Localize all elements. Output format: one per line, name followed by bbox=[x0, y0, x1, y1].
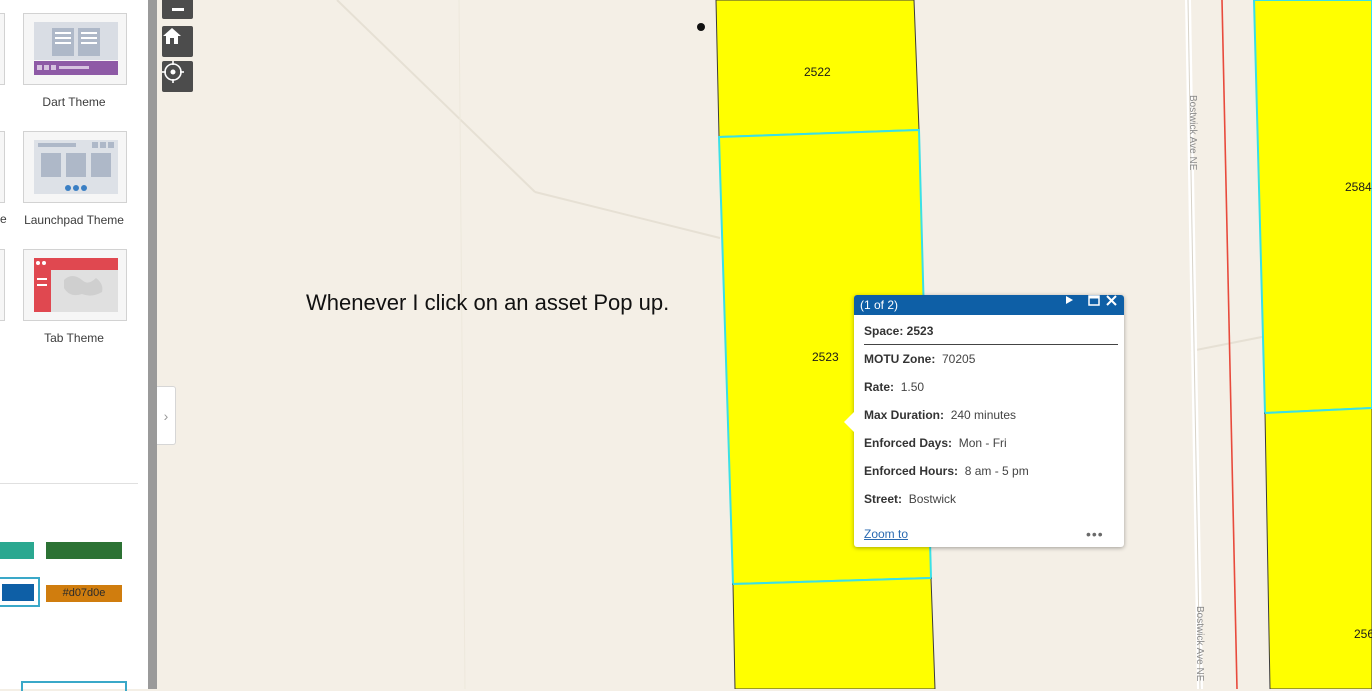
locate-icon bbox=[162, 61, 184, 83]
feature-popup: (1 of 2) Space: 2523 MOTU Zone: 70205 Ra… bbox=[844, 295, 1124, 547]
zoom-out-button[interactable] bbox=[162, 0, 193, 19]
panel-collapse-toggle[interactable]: › bbox=[157, 386, 176, 445]
field-value: 70205 bbox=[942, 352, 976, 366]
selected-blue-color-swatch[interactable] bbox=[0, 577, 40, 607]
field-label: Enforced Days: bbox=[864, 436, 953, 450]
popup-counter: (1 of 2) bbox=[860, 298, 899, 312]
home-button[interactable] bbox=[162, 26, 193, 57]
field-value: Mon - Fri bbox=[958, 436, 1007, 450]
annotation-text: Whenever I click on an asset Pop up. bbox=[306, 290, 670, 315]
parcel-label: 2523 bbox=[812, 350, 839, 364]
maximize-icon bbox=[1088, 295, 1100, 306]
theme-thumb-partial[interactable] bbox=[0, 249, 5, 321]
field-street: Street: Bostwick bbox=[864, 492, 956, 506]
section-divider bbox=[0, 483, 138, 484]
field-value: 8 am - 5 pm bbox=[964, 464, 1029, 478]
theme-panel: e Dart Theme Launchpad Theme Tab Theme #… bbox=[0, 0, 148, 691]
popup-header: (1 of 2) bbox=[854, 295, 1124, 315]
launchpad-theme-label: Launchpad Theme bbox=[24, 213, 124, 227]
panel-splitter[interactable] bbox=[148, 0, 157, 689]
field-motu-zone: MOTU Zone: 70205 bbox=[864, 352, 975, 366]
dart-theme-label: Dart Theme bbox=[42, 95, 106, 109]
maximize-button[interactable] bbox=[1088, 295, 1104, 315]
theme-thumb-partial[interactable] bbox=[0, 131, 5, 203]
chevron-right-icon: › bbox=[163, 407, 169, 424]
orange-color-swatch[interactable]: #d07d0e bbox=[46, 585, 122, 602]
launchpad-theme-thumbnail[interactable] bbox=[23, 131, 127, 203]
teal-color-swatch[interactable] bbox=[0, 542, 34, 559]
field-enforced-days: Enforced Days: Mon - Fri bbox=[864, 436, 1007, 450]
theme-card-partial[interactable] bbox=[21, 681, 127, 691]
popup-title-rule bbox=[864, 344, 1118, 345]
close-button[interactable] bbox=[1106, 295, 1122, 315]
field-label: Max Duration: bbox=[864, 408, 945, 422]
parcel-label: 256 bbox=[1354, 627, 1372, 641]
tab-theme-label: Tab Theme bbox=[44, 331, 104, 345]
field-label: Rate: bbox=[864, 380, 895, 394]
play-icon bbox=[1066, 296, 1073, 304]
theme-thumb-partial[interactable] bbox=[0, 13, 5, 85]
zoom-to-link[interactable]: Zoom to bbox=[864, 527, 908, 541]
parcel-label: 2584 bbox=[1345, 180, 1372, 194]
field-value: 1.50 bbox=[900, 380, 925, 394]
dart-theme-thumbnail[interactable] bbox=[23, 13, 127, 85]
close-icon bbox=[1106, 295, 1117, 306]
field-label: MOTU Zone: bbox=[864, 352, 936, 366]
street-label: Bostwick Ave NE bbox=[1187, 95, 1198, 171]
more-actions-button[interactable]: ••• bbox=[1086, 526, 1104, 542]
green-color-swatch[interactable] bbox=[46, 542, 122, 559]
parcel-label: 2522 bbox=[804, 65, 831, 79]
minus-icon bbox=[171, 8, 184, 11]
dart-theme-preview-icon bbox=[34, 22, 118, 75]
blue-color-fill bbox=[2, 584, 34, 601]
tab-theme-preview-icon bbox=[34, 258, 118, 312]
field-label: Enforced Hours: bbox=[864, 464, 959, 478]
field-enforced-hours: Enforced Hours: 8 am - 5 pm bbox=[864, 464, 1029, 478]
home-icon bbox=[163, 28, 181, 44]
field-label: Street: bbox=[864, 492, 903, 506]
tab-theme-thumbnail[interactable] bbox=[23, 249, 127, 321]
street-label: Bostwick Ave NE bbox=[1194, 606, 1205, 682]
locate-button[interactable] bbox=[162, 61, 193, 92]
field-rate: Rate: 1.50 bbox=[864, 380, 924, 394]
field-max-duration: Max Duration: 240 minutes bbox=[864, 408, 1016, 422]
popup-pointer bbox=[844, 412, 854, 432]
next-feature-button[interactable] bbox=[1064, 295, 1080, 315]
field-value: Bostwick bbox=[908, 492, 957, 506]
launchpad-theme-preview-icon bbox=[34, 140, 118, 194]
popup-title: Space: 2523 bbox=[864, 324, 934, 338]
field-value: 240 minutes bbox=[950, 408, 1017, 422]
map-view[interactable]: › 2522 2523 2584 256 Bostwick Ave NE Bos… bbox=[157, 0, 1372, 689]
